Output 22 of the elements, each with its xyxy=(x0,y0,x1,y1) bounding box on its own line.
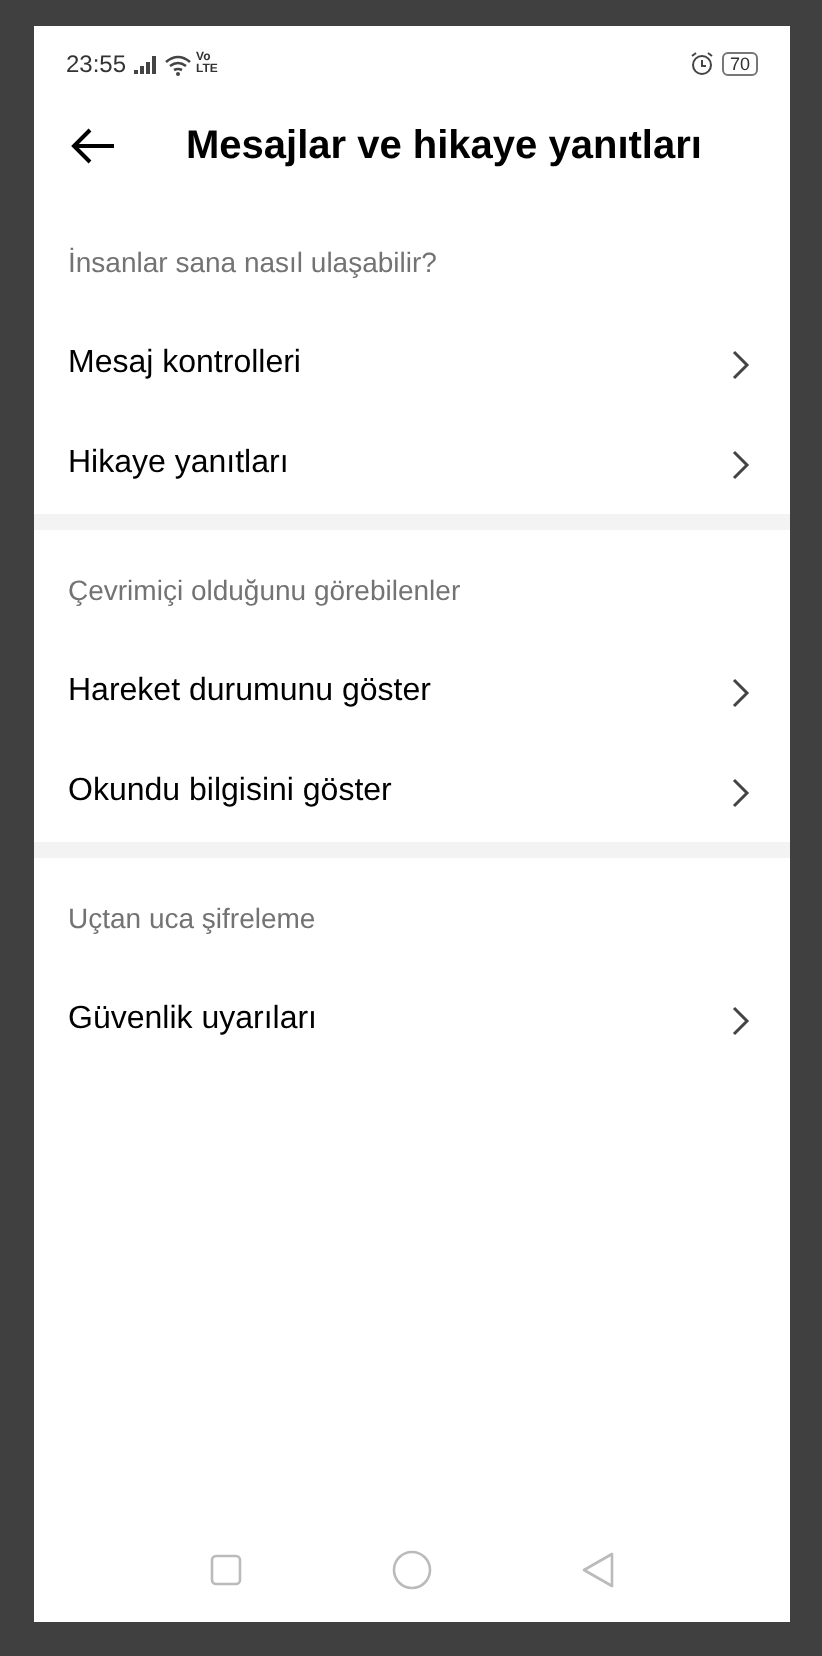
section-header: İnsanlar sana nasıl ulaşabilir? xyxy=(66,244,439,282)
chevron-icon xyxy=(732,777,750,807)
chevron-icon xyxy=(732,349,750,379)
chevron-icon xyxy=(732,1005,750,1035)
settings-row[interactable]: Güvenlik uyarıları xyxy=(34,970,790,1070)
back-icon[interactable] xyxy=(582,1552,615,1588)
settings-row[interactable]: Hikaye yanıtları xyxy=(34,414,790,514)
wifi-icon xyxy=(164,53,193,75)
settings-row[interactable]: Hareket durumunu göster xyxy=(34,642,790,742)
section-header: Uçtan uca şifreleme xyxy=(66,900,318,938)
chevron-icon xyxy=(732,677,750,707)
settings-row[interactable]: Mesaj kontrolleri xyxy=(34,314,790,414)
alarm-icon xyxy=(689,52,714,76)
recents-icon[interactable] xyxy=(209,1554,242,1586)
signal-icon xyxy=(134,55,159,73)
home-icon[interactable] xyxy=(391,1550,432,1590)
chevron-icon xyxy=(732,449,750,479)
settings-row[interactable]: Okundu bilgisini göster xyxy=(34,742,790,842)
section-header: Çevrimiçi olduğunu görebilenler xyxy=(66,572,463,610)
page-title: Mesajlar ve hikaye yanıtları xyxy=(186,122,702,172)
battery-level: 70 xyxy=(721,52,758,76)
status-time: 23:55 xyxy=(66,48,127,82)
